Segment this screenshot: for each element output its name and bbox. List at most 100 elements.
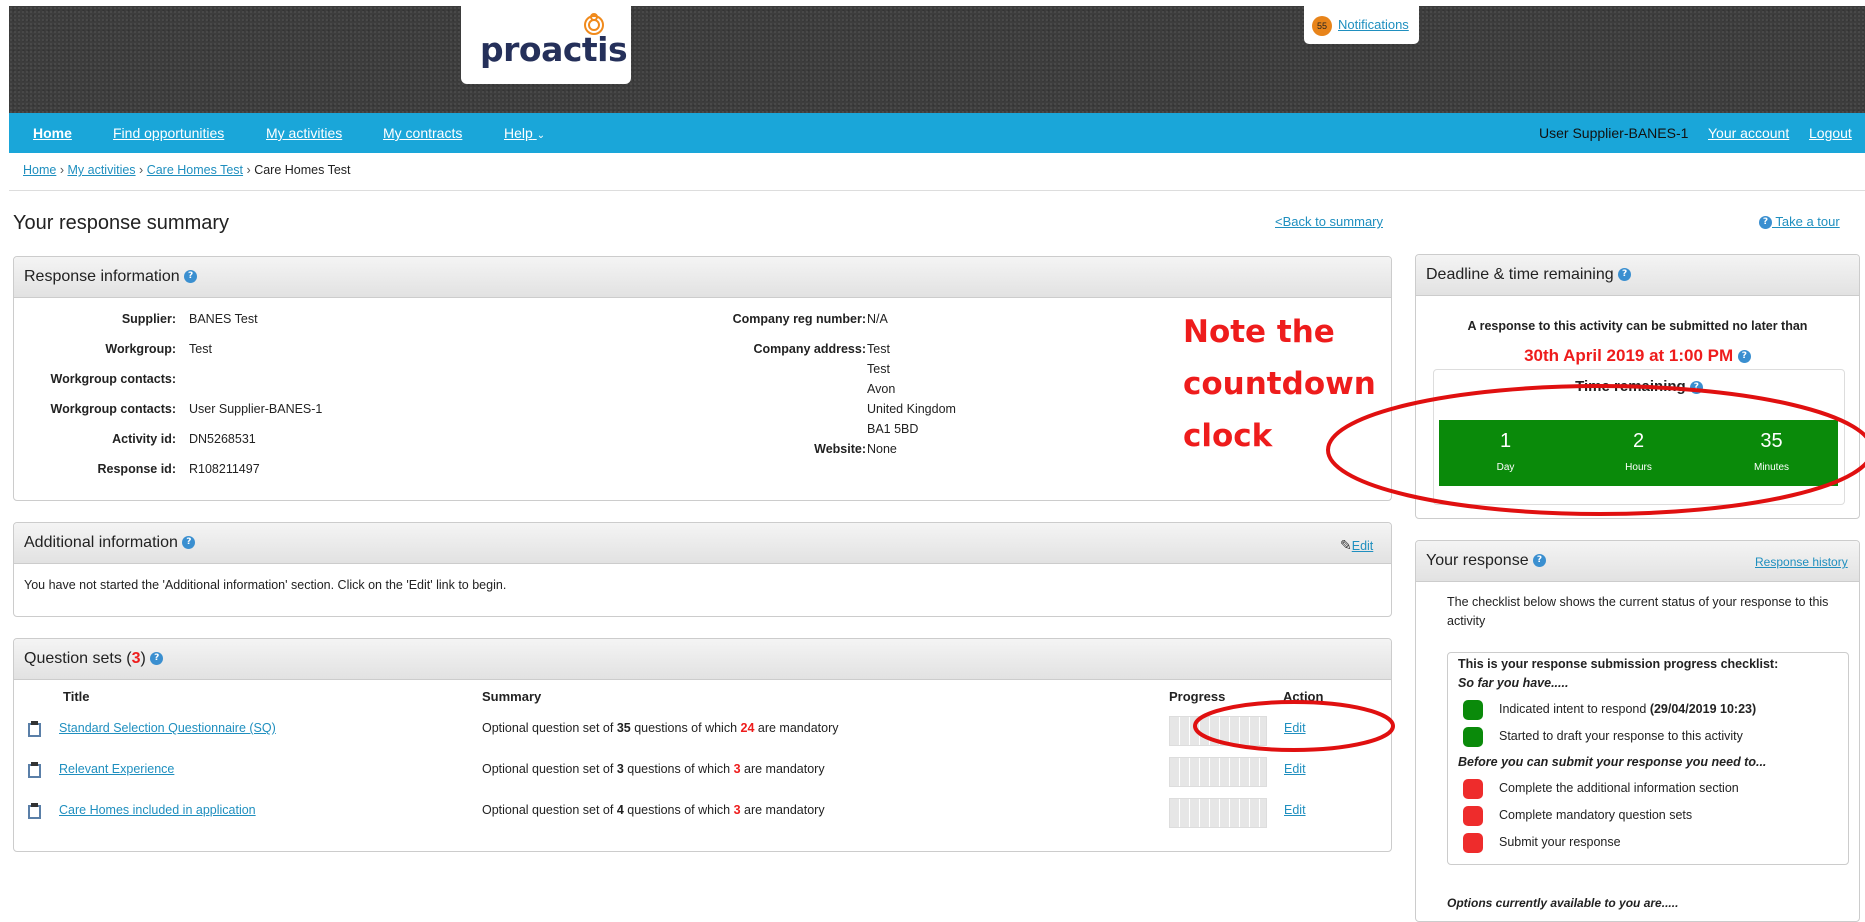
checklist-item-todo: Submit your response xyxy=(1499,835,1621,849)
before-submit-heading: Before you can submit your response you … xyxy=(1458,755,1767,769)
question-set-summary: Optional question set of 4 questions of … xyxy=(482,803,825,817)
activity-id-label: Activity id: xyxy=(112,432,176,446)
response-id-value: R108211497 xyxy=(189,462,260,476)
panel-header: Your response ? Response history xyxy=(1416,541,1859,582)
workgroup-value: Test xyxy=(189,342,212,356)
nav-find-opportunities[interactable]: Find opportunities xyxy=(113,125,224,141)
current-user: User Supplier-BANES-1 xyxy=(1539,125,1689,141)
annotation-line: clock xyxy=(1183,418,1273,454)
additional-information-panel: Additional information ? ✎Edit You have … xyxy=(13,522,1392,617)
breadcrumb-separator: › xyxy=(246,163,251,177)
summary-total: 3 xyxy=(616,762,624,776)
company-address-label: Company address: xyxy=(753,342,866,356)
logo[interactable]: proactis xyxy=(461,6,631,84)
logout-link[interactable]: Logout xyxy=(1809,125,1852,141)
column-summary: Summary xyxy=(482,689,542,704)
breadcrumb: Home › My activities › Care Homes Test ›… xyxy=(23,163,351,177)
summary-total: 4 xyxy=(616,803,624,817)
breadcrumb-separator: › xyxy=(59,163,64,177)
supplier-label: Supplier: xyxy=(121,312,176,326)
nav-help-label: Help xyxy=(504,125,533,141)
summary-text: Optional question set of xyxy=(482,721,617,735)
summary-text: questions of which xyxy=(623,803,734,817)
additional-information-title: Additional information xyxy=(24,534,178,551)
breadcrumb-home[interactable]: Home xyxy=(23,163,56,177)
deadline-title: Deadline & time remaining xyxy=(1426,266,1614,283)
your-account-link[interactable]: Your account xyxy=(1708,125,1789,141)
status-todo-icon xyxy=(1463,779,1483,799)
question-set-edit-link[interactable]: Edit xyxy=(1284,721,1306,735)
progress-bar xyxy=(1169,716,1267,746)
question-set-edit-link[interactable]: Edit xyxy=(1284,762,1306,776)
info-icon[interactable]: ? xyxy=(1737,350,1751,364)
status-done-icon xyxy=(1463,727,1483,747)
question-set-link[interactable]: Care Homes included in application xyxy=(59,803,256,817)
checklist-item-done: Indicated intent to respond (29/04/2019 … xyxy=(1499,702,1756,716)
chevron-down-icon: ⌄ xyxy=(536,130,546,141)
info-icon[interactable]: ? xyxy=(184,270,198,284)
nav-home[interactable]: Home xyxy=(33,125,72,141)
divider xyxy=(9,190,1865,191)
breadcrumb-current: Care Homes Test xyxy=(254,163,351,177)
back-to-summary-link[interactable]: <Back to summary xyxy=(1275,214,1383,229)
question-set-link[interactable]: Standard Selection Questionnaire (SQ) xyxy=(59,721,276,735)
question-sets-count: 3 xyxy=(131,650,141,667)
response-id-label: Response id: xyxy=(97,462,177,476)
address-line: Avon xyxy=(867,382,896,396)
workgroup-label: Workgroup: xyxy=(105,342,176,356)
panel-title: Deadline & time remaining ? xyxy=(1426,266,1632,284)
status-done-icon xyxy=(1463,700,1483,720)
workgroup-contacts-label: Workgroup contacts: xyxy=(50,372,176,386)
nav-my-contracts[interactable]: My contracts xyxy=(383,125,462,141)
address-line: Test xyxy=(867,362,890,376)
clipboard-icon xyxy=(28,803,41,819)
response-history-link[interactable]: Response history xyxy=(1755,555,1848,569)
column-progress: Progress xyxy=(1169,689,1226,704)
question-set-link[interactable]: Relevant Experience xyxy=(59,762,174,776)
panel-title: Additional information ? xyxy=(24,534,196,552)
address-line: BA1 5BD xyxy=(867,422,919,436)
address-line: United Kingdom xyxy=(867,402,956,416)
notifications-link[interactable]: Notifications xyxy=(1338,17,1409,32)
additional-info-edit-button[interactable]: ✎Edit xyxy=(1340,537,1373,554)
logo-mark-icon xyxy=(584,13,604,35)
time-remaining-row: Time remaining ? xyxy=(1434,378,1844,395)
question-set-edit-link[interactable]: Edit xyxy=(1284,803,1306,817)
time-remaining-title: Time remaining xyxy=(1575,378,1686,395)
question-set-summary: Optional question set of 35 questions of… xyxy=(482,721,839,735)
panel-header: Deadline & time remaining ? xyxy=(1416,255,1859,296)
panel-title: Response information ? xyxy=(24,268,198,286)
question-sets-title: Question sets xyxy=(24,650,122,667)
status-todo-icon xyxy=(1463,806,1483,826)
annotation-note: Note the countdown clock xyxy=(1183,306,1376,462)
column-action: Action xyxy=(1283,689,1324,704)
clock-hours: 2 xyxy=(1632,430,1645,452)
company-reg-label: Company reg number: xyxy=(732,312,866,326)
annotation-line: countdown xyxy=(1183,366,1376,402)
info-icon[interactable]: ? xyxy=(182,536,196,550)
workgroup-contacts-value: User Supplier-BANES-1 xyxy=(189,402,323,416)
checklist-item-text: Indicated intent to respond xyxy=(1499,702,1650,716)
progress-bar xyxy=(1169,757,1267,787)
breadcrumb-my-activities[interactable]: My activities xyxy=(67,163,135,177)
info-icon[interactable]: ? xyxy=(150,652,164,666)
column-title: Title xyxy=(63,689,90,704)
panel-title: Your response ? xyxy=(1426,552,1547,570)
clock-days: 1 xyxy=(1499,430,1512,452)
summary-text: are mandatory xyxy=(740,803,825,817)
summary-mandatory: 3 xyxy=(733,762,741,776)
info-icon[interactable]: ? xyxy=(1689,380,1703,394)
question-set-summary: Optional question set of 3 questions of … xyxy=(482,762,825,776)
nav-my-activities[interactable]: My activities xyxy=(266,125,342,141)
checklist-item-date: (29/04/2019 10:23) xyxy=(1649,702,1757,716)
info-icon[interactable]: ? xyxy=(1533,554,1547,568)
checklist-item-todo: Complete the additional information sect… xyxy=(1499,781,1739,795)
summary-text: Optional question set of xyxy=(482,803,617,817)
breadcrumb-care-homes-test[interactable]: Care Homes Test xyxy=(147,163,243,177)
take-a-tour-link[interactable]: ? Take a tour xyxy=(1759,214,1840,230)
info-icon[interactable]: ? xyxy=(1618,268,1632,282)
summary-text: questions of which xyxy=(623,762,734,776)
nav-help[interactable]: Help ⌄ xyxy=(504,125,545,141)
summary-mandatory: 3 xyxy=(733,803,741,817)
website-label: Website: xyxy=(814,442,866,456)
